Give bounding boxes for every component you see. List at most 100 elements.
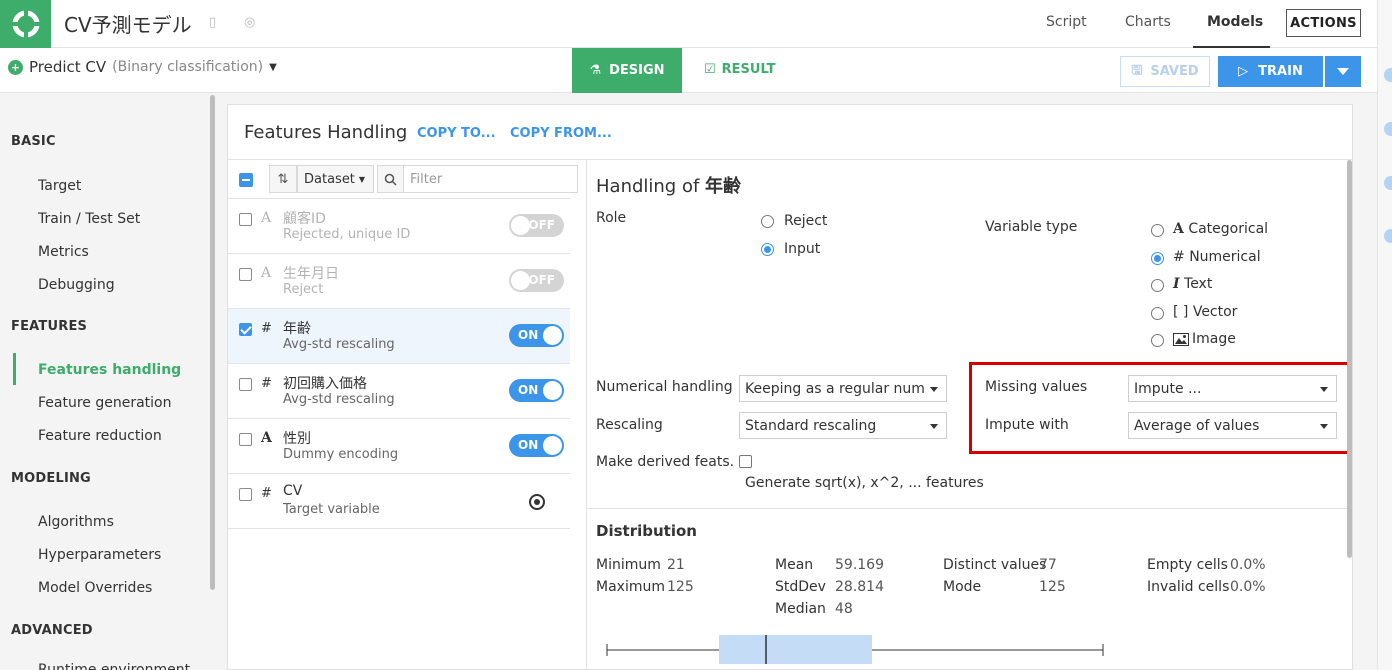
vartype-image-option[interactable]: Image (1173, 331, 1236, 347)
vartype-image-radio[interactable] (1151, 334, 1164, 347)
feature-row[interactable]: A 顧客ID Rejected, unique ID OFF (228, 199, 570, 254)
feature-checkbox[interactable] (239, 378, 252, 391)
panel-scrollbar[interactable] (1347, 160, 1352, 558)
stat-value: 125 (1039, 579, 1066, 595)
filter-input[interactable] (404, 171, 574, 187)
feature-checkbox[interactable] (239, 433, 252, 446)
model-toolbar: + Predict CV (Binary classification) ▼ ⚗… (0, 48, 1377, 93)
rescaling-select[interactable]: Standard rescaling (739, 412, 947, 439)
feature-checkbox[interactable] (239, 268, 252, 281)
feature-toggle[interactable]: OFF (509, 269, 564, 292)
rail-icon[interactable] (1384, 229, 1392, 243)
vartype-numerical-label: Numerical (1189, 249, 1261, 265)
derived-features-label: Make derived feats. (596, 454, 735, 470)
image-icon (1173, 332, 1189, 346)
tab-models[interactable]: Models (1207, 14, 1263, 30)
nav-item-metrics[interactable]: Metrics (38, 244, 89, 260)
nav-item-feature-reduction[interactable]: Feature reduction (38, 428, 162, 444)
saved-button[interactable]: 🖫 SAVED (1120, 56, 1210, 87)
vartype-vector-radio[interactable] (1151, 307, 1164, 320)
categorical-type-icon: A (261, 265, 272, 281)
vartype-text-option[interactable]: I Text (1173, 276, 1212, 292)
design-tab[interactable]: ⚗ DESIGN (572, 48, 682, 93)
nav-item-algorithms[interactable]: Algorithms (38, 514, 114, 530)
model-selector[interactable]: + Predict CV (Binary classification) ▼ (8, 58, 277, 76)
stat-value: 59.169 (835, 557, 884, 573)
rail-icon[interactable] (1384, 122, 1392, 136)
tab-script[interactable]: Script (1046, 14, 1087, 30)
vartype-numerical-option[interactable]: # Numerical (1173, 249, 1261, 265)
feature-row[interactable]: # 年齢 Avg-std rescaling ON (228, 309, 570, 364)
stat-value: 48 (835, 601, 853, 617)
nav-item-feature-generation[interactable]: Feature generation (38, 395, 172, 411)
feature-name: 年齢 (283, 321, 311, 337)
derived-features-checkbox[interactable] (739, 455, 752, 468)
handling-feature-name: 年齢 (705, 176, 742, 197)
feature-toggle[interactable]: OFF (509, 214, 564, 237)
sort-button[interactable]: ⇅ (269, 165, 297, 193)
nav-item-features-handling[interactable]: Features handling (38, 362, 181, 378)
feature-row[interactable]: # CV Target variable (228, 474, 570, 529)
nav-item-hyperparameters[interactable]: Hyperparameters (38, 547, 161, 563)
feature-handling-desc: Reject (283, 282, 324, 297)
app-title[interactable]: CV予測モデル (64, 9, 192, 38)
nav-item-model-overrides[interactable]: Model Overrides (38, 580, 152, 596)
feature-row[interactable]: A 生年月日 Reject OFF (228, 254, 570, 309)
copy-from-link[interactable]: COPY FROM... (510, 126, 612, 141)
copy-to-link[interactable]: COPY TO... (417, 126, 496, 141)
vartype-categorical-radio[interactable] (1151, 224, 1164, 237)
vartype-vector-option[interactable]: [ ] Vector (1173, 304, 1237, 320)
feature-row[interactable]: # 初回購入価格 Avg-std rescaling ON (228, 364, 570, 419)
vector-icon: [ ] (1173, 304, 1189, 320)
feature-checkbox[interactable] (239, 323, 252, 336)
role-input-label[interactable]: Input (784, 241, 820, 257)
text-icon: I (1173, 276, 1180, 292)
dataset-sort-dropdown[interactable]: Dataset ▼ (297, 165, 374, 193)
result-tab[interactable]: ☑ RESULT (704, 62, 775, 77)
numerical-type-icon: # (261, 321, 272, 336)
feature-checkbox[interactable] (239, 213, 252, 226)
nav-item-debugging[interactable]: Debugging (38, 277, 115, 293)
divider (586, 160, 587, 670)
actions-button[interactable]: ACTIONS (1286, 9, 1361, 37)
rail-icon[interactable] (1384, 176, 1392, 190)
numerical-handling-select[interactable]: Keeping as a regular numerical feature (739, 375, 947, 402)
nav-item-target[interactable]: Target (38, 178, 81, 194)
feature-name: CV (283, 483, 303, 499)
feature-checkbox[interactable] (239, 488, 252, 501)
copy-icon[interactable]: ▯ (209, 15, 224, 30)
train-dropdown-button[interactable] (1325, 56, 1361, 87)
feature-row[interactable]: A 性別 Dummy encoding ON (228, 419, 570, 474)
caret-down-icon (930, 424, 938, 429)
vartype-categorical-option[interactable]: A Categorical (1173, 221, 1268, 237)
share-icon[interactable]: ◎ (244, 15, 259, 30)
stat-label: Distinct values (943, 557, 1047, 573)
categorical-type-icon: A (261, 210, 272, 226)
feature-toggle[interactable]: ON (509, 434, 564, 457)
tab-charts[interactable]: Charts (1125, 14, 1171, 30)
right-rail (1377, 0, 1392, 670)
feature-handling-desc: Dummy encoding (283, 447, 399, 462)
handling-title: Handling of 年齢 (596, 172, 741, 198)
role-reject-label[interactable]: Reject (784, 213, 827, 229)
feature-toggle[interactable]: ON (509, 324, 564, 347)
feature-toggle[interactable]: ON (509, 379, 564, 402)
derived-features-hint: Generate sqrt(x), x^2, ... features (745, 475, 984, 491)
select-all-checkbox[interactable] (239, 173, 253, 187)
nav-item-train-test-set[interactable]: Train / Test Set (38, 211, 140, 227)
stat-label: Empty cells (1147, 557, 1228, 573)
feature-name: 性別 (283, 431, 311, 447)
rail-icon[interactable] (1384, 68, 1392, 82)
vartype-numerical-radio[interactable] (1151, 252, 1164, 265)
sidebar-scrollbar[interactable] (210, 95, 215, 590)
play-icon: ▷ (1238, 64, 1249, 79)
stat-value: 77 (1039, 557, 1057, 573)
role-reject-radio[interactable] (761, 215, 774, 228)
feature-handling-desc: Target variable (283, 502, 380, 517)
app-logo[interactable] (0, 0, 51, 48)
role-label: Role (596, 210, 627, 226)
nav-item-runtime-environment[interactable]: Runtime environment (38, 662, 190, 670)
vartype-text-radio[interactable] (1151, 279, 1164, 292)
train-button[interactable]: ▷ TRAIN (1218, 56, 1323, 87)
role-input-radio[interactable] (761, 243, 774, 256)
